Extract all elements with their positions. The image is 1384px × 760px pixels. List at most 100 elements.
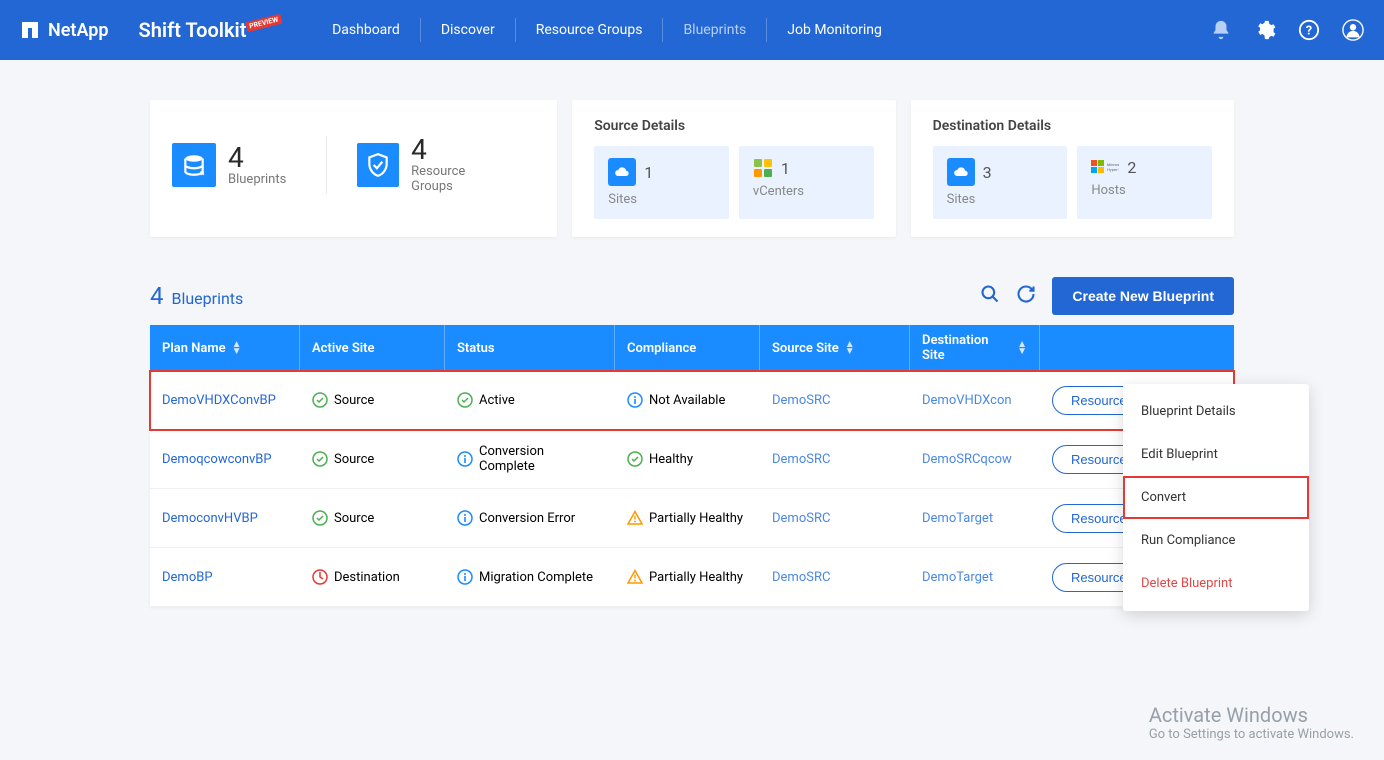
search-icon[interactable]: [980, 284, 1000, 308]
dst-hosts-label: Hosts: [1091, 183, 1198, 198]
info-blue-icon: [457, 569, 473, 585]
blueprint-icon: [172, 143, 216, 187]
svg-text:Hyper-V: Hyper-V: [1107, 167, 1119, 172]
info-blue-icon: [627, 392, 643, 408]
list-count: 4: [150, 282, 164, 310]
svg-text:?: ?: [1306, 24, 1312, 39]
nav-item-dashboard[interactable]: Dashboard: [312, 18, 420, 42]
cloud-icon: [947, 158, 975, 186]
plan-link[interactable]: DemoBP: [162, 570, 213, 585]
column-header: Active Site: [300, 325, 445, 371]
blueprints-label: Blueprints: [228, 172, 286, 187]
src-vc-label: vCenters: [753, 184, 860, 199]
source-link[interactable]: DemoSRC: [772, 393, 830, 408]
dest-sites-tile: 3 Sites: [933, 146, 1068, 219]
menu-item-edit-blueprint[interactable]: Edit Blueprint: [1123, 433, 1309, 476]
src-vc-count: 1: [781, 159, 790, 178]
column-header[interactable]: Plan Name▲▼: [150, 325, 300, 371]
column-header[interactable]: Destination Site▲▼: [910, 325, 1040, 371]
dst-sites-count: 3: [983, 163, 992, 182]
nav-item-resource-groups[interactable]: Resource Groups: [515, 18, 663, 42]
app-title: Shift Toolkit PREVIEW: [139, 18, 283, 42]
source-cell: DemoSRC: [760, 452, 910, 467]
windows-watermark: Activate Windows Go to Settings to activ…: [1149, 703, 1354, 742]
src-sites-label: Sites: [608, 192, 715, 207]
source-link[interactable]: DemoSRC: [772, 570, 830, 585]
plan-link[interactable]: DemoconvHVBP: [162, 511, 258, 526]
dest-card: Destination Details 3 Sites MicrosoftHyp…: [911, 100, 1234, 237]
active-site-cell: Source: [300, 451, 445, 467]
warn-amber-icon: [627, 510, 643, 526]
watermark-sub: Go to Settings to activate Windows.: [1149, 727, 1354, 742]
compliance-cell: Healthy: [615, 451, 760, 467]
create-blueprint-button[interactable]: Create New Blueprint: [1052, 277, 1234, 315]
ok-green-icon: [457, 392, 473, 408]
dest-cell: DemoVHDXcon: [910, 393, 1040, 408]
menu-item-convert[interactable]: Convert: [1123, 476, 1309, 519]
nav-item-blueprints[interactable]: Blueprints: [662, 18, 766, 42]
dest-cell: DemoTarget: [910, 570, 1040, 585]
menu-item-delete-blueprint[interactable]: Delete Blueprint: [1123, 562, 1309, 605]
ok-green-icon: [312, 510, 328, 526]
watermark-title: Activate Windows: [1149, 703, 1354, 727]
shield-icon: [357, 143, 399, 187]
table-row: DemoBPDestinationMigration CompleteParti…: [150, 548, 1234, 607]
dest-link[interactable]: DemoTarget: [922, 570, 993, 585]
warn-amber-icon: [627, 569, 643, 585]
ok-green-icon: [312, 392, 328, 408]
source-cell: DemoSRC: [760, 570, 910, 585]
plan-cell: DemoVHDXConvBP: [150, 393, 300, 408]
plan-link[interactable]: DemoqcowconvBP: [162, 452, 272, 467]
status-cell: Active: [445, 392, 615, 408]
summary-cards: 4 Blueprints 4 Resource Groups Source De…: [150, 100, 1234, 237]
counts-card: 4 Blueprints 4 Resource Groups: [150, 100, 557, 237]
sort-icon: ▲▼: [1017, 341, 1027, 355]
column-header: Compliance: [615, 325, 760, 371]
dest-hosts-tile: MicrosoftHyper-V 2 Hosts: [1077, 146, 1212, 219]
main-nav: DashboardDiscoverResource GroupsBlueprin…: [312, 18, 902, 42]
dest-link[interactable]: DemoTarget: [922, 511, 993, 526]
compliance-cell: Partially Healthy: [615, 569, 760, 585]
rg-count: 4: [411, 136, 505, 164]
menu-item-run-compliance[interactable]: Run Compliance: [1123, 519, 1309, 562]
list-header: 4 Blueprints Create New Blueprint: [150, 277, 1234, 315]
dest-cell: DemoSRCqcow: [910, 452, 1040, 467]
dest-link[interactable]: DemoVHDXcon: [922, 393, 1012, 408]
user-icon[interactable]: [1342, 19, 1364, 41]
bell-icon[interactable]: [1210, 19, 1232, 41]
preview-badge: PREVIEW: [246, 14, 283, 32]
help-icon[interactable]: ?: [1298, 19, 1320, 41]
dst-sites-label: Sites: [947, 192, 1054, 207]
table-row: DemoVHDXConvBPSourceActiveNot AvailableD…: [150, 371, 1234, 430]
nav-item-discover[interactable]: Discover: [420, 18, 515, 42]
brand-logo: NetApp: [20, 20, 109, 41]
gear-icon[interactable]: [1254, 19, 1276, 41]
refresh-icon[interactable]: [1016, 284, 1036, 308]
table-header: Plan Name▲▼Active SiteStatusComplianceSo…: [150, 325, 1234, 371]
source-sites-tile: 1 Sites: [594, 146, 729, 219]
dest-link[interactable]: DemoSRCqcow: [922, 452, 1012, 467]
table-row: DemoqcowconvBPSourceConversion CompleteH…: [150, 430, 1234, 489]
plan-cell: DemoqcowconvBP: [150, 452, 300, 467]
source-link[interactable]: DemoSRC: [772, 511, 830, 526]
active-site-cell: Source: [300, 510, 445, 526]
app-title-text: Shift Toolkit: [139, 18, 247, 42]
sort-icon: ▲▼: [232, 341, 242, 355]
active-site-cell: Destination: [300, 569, 445, 585]
source-card: Source Details 1 Sites 1 vCenters: [572, 100, 895, 237]
menu-item-blueprint-details[interactable]: Blueprint Details: [1123, 390, 1309, 433]
plan-link[interactable]: DemoVHDXConvBP: [162, 393, 276, 408]
source-link[interactable]: DemoSRC: [772, 452, 830, 467]
source-title: Source Details: [594, 118, 873, 134]
column-header[interactable]: Source Site▲▼: [760, 325, 910, 371]
netapp-icon: [20, 20, 40, 40]
ok-green-icon: [627, 451, 643, 467]
row-actions-menu: Blueprint DetailsEdit BlueprintConvertRu…: [1123, 384, 1309, 611]
plan-cell: DemoconvHVBP: [150, 511, 300, 526]
source-vc-tile: 1 vCenters: [739, 146, 874, 219]
dst-hosts-count: 2: [1127, 158, 1136, 177]
dest-cell: DemoTarget: [910, 511, 1040, 526]
nav-item-job-monitoring[interactable]: Job Monitoring: [766, 18, 902, 42]
source-cell: DemoSRC: [760, 393, 910, 408]
list-title-text: Blueprints: [172, 289, 244, 308]
